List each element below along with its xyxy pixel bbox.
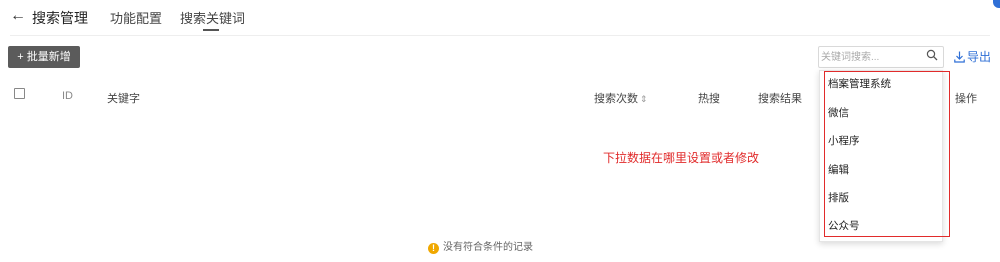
active-tab-indicator [203, 29, 219, 31]
column-id: ID [62, 90, 73, 102]
dropdown-option[interactable]: 公众号 [828, 218, 860, 233]
tab-function-config[interactable]: 功能配置 [110, 8, 162, 27]
column-search-count[interactable]: 搜索次数 ⇕ [594, 90, 648, 106]
tab-search-keywords[interactable]: 搜索关键词 [180, 8, 245, 27]
page-title: 搜索管理 [32, 10, 88, 26]
back-arrow-icon[interactable]: ← [10, 7, 26, 25]
dropdown-option[interactable]: 微信 [828, 105, 849, 120]
dropdown-option[interactable]: 排版 [828, 190, 849, 205]
select-all-checkbox[interactable] [14, 88, 25, 99]
warning-icon: ! [428, 243, 439, 254]
batch-add-button[interactable]: + 批量新增 [8, 46, 80, 68]
sort-icon[interactable]: ⇕ [640, 94, 648, 104]
empty-state: ! 没有符合条件的记录 [428, 238, 533, 254]
column-search-results: 搜索结果 [758, 93, 802, 105]
column-search-count-label: 搜索次数 [594, 93, 638, 105]
search-input[interactable] [821, 48, 921, 67]
column-actions: 操作 [955, 93, 977, 105]
export-label: 导出 [967, 50, 992, 64]
dropdown-option[interactable]: 档案管理系统 [828, 76, 891, 91]
column-hot-search: 热搜 [698, 93, 720, 105]
search-icon[interactable] [926, 49, 938, 61]
dropdown-option[interactable]: 小程序 [828, 133, 860, 148]
dropdown-option[interactable]: 编辑 [828, 162, 849, 177]
export-button[interactable]: 导出 [954, 48, 991, 65]
header-divider [10, 35, 990, 36]
empty-state-text: 没有符合条件的记录 [443, 242, 533, 253]
column-keyword: 关键字 [107, 93, 140, 105]
download-icon [954, 51, 965, 63]
keyword-dropdown[interactable]: 档案管理系统 微信 小程序 编辑 排版 公众号 [819, 70, 943, 242]
annotation-text: 下拉数据在哪里设置或者修改 [603, 151, 760, 165]
keyword-search-box[interactable] [818, 46, 944, 68]
corner-badge [993, 0, 1000, 8]
